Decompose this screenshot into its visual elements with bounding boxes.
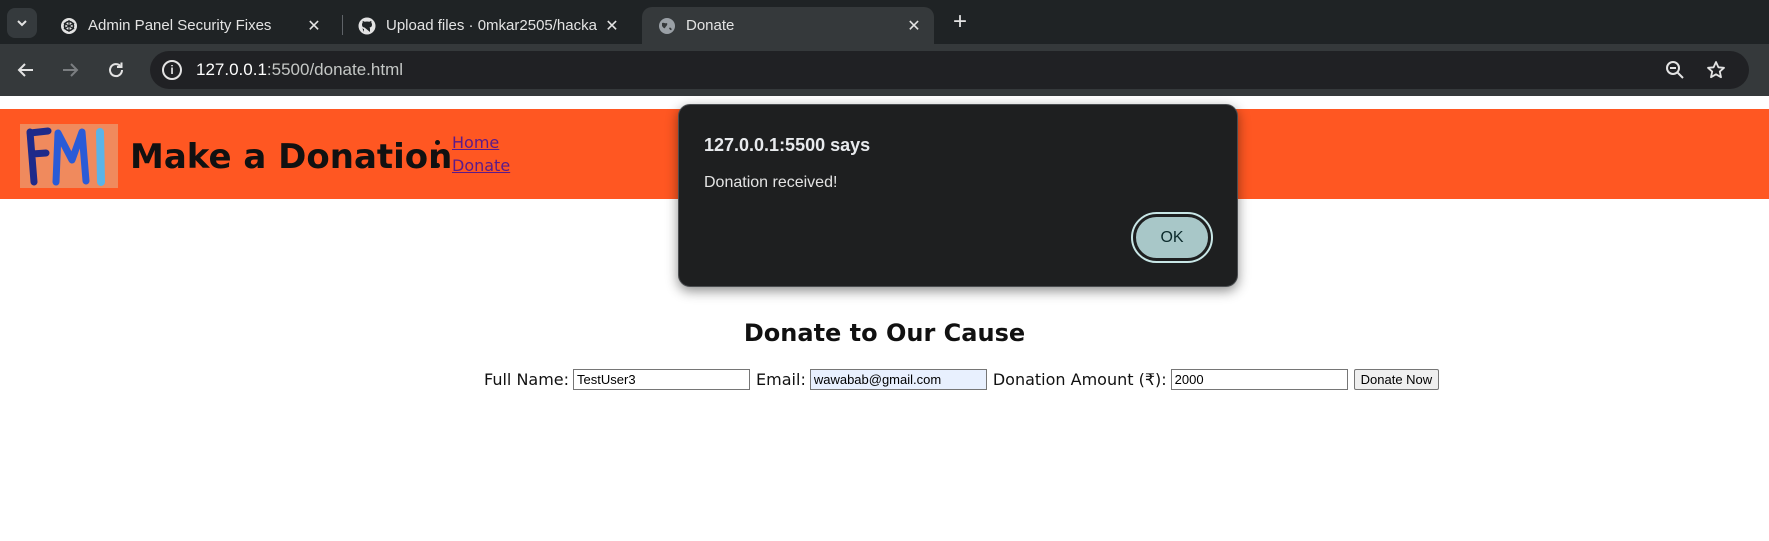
amount-input[interactable] [1170,369,1348,390]
alert-dialog: 127.0.0.1:5500 says Donation received! O… [678,104,1238,287]
bookmark-star-icon[interactable] [1706,60,1726,80]
dialog-title: 127.0.0.1:5500 says [704,135,871,155]
tab-title: Admin Panel Security Fixes [88,17,272,34]
tab-admin-panel[interactable]: Admin Panel Security Fixes ✕ [44,7,334,44]
reload-icon [109,62,124,78]
back-button[interactable] [13,57,39,83]
site-info-icon[interactable]: i [162,60,182,80]
arrow-left-icon [17,63,33,77]
new-tab-button[interactable]: + [948,10,972,35]
close-icon[interactable]: ✕ [304,16,324,36]
address-bar[interactable]: i 127.0.0.1:5500/donate.html [150,51,1749,89]
forward-button[interactable] [57,57,83,83]
close-icon[interactable]: ✕ [602,16,622,36]
donate-heading: Donate to Our Cause [743,319,1026,347]
site-nav: Home Donate [434,133,510,179]
donation-form: Full Name: Email: Donation Amount (₹): D… [484,369,1440,390]
donate-now-button[interactable]: Donate Now [1353,369,1440,390]
globe-icon [658,17,676,35]
tab-github[interactable]: Upload files · 0mkar2505/hacka ✕ [342,7,632,44]
tab-title: Upload files · 0mkar2505/hacka [386,17,597,34]
full-name-label: Full Name: [484,370,570,389]
nav-link-donate[interactable]: Donate [452,156,510,175]
dialog-message: Donation received! [704,174,838,191]
reload-button[interactable] [103,57,129,83]
browser-toolbar: i 127.0.0.1:5500/donate.html [0,44,1769,96]
url-text[interactable]: 127.0.0.1:5500/donate.html [196,60,403,80]
arrow-right-icon [63,63,79,77]
email-input[interactable] [809,369,987,390]
full-name-input[interactable] [573,369,751,390]
zoom-out-icon[interactable] [1665,60,1685,80]
close-icon[interactable]: ✕ [904,16,924,36]
chevron-down-icon [17,20,27,27]
tab-donate[interactable]: Donate ✕ [642,7,934,44]
github-icon [358,17,376,35]
site-logo[interactable] [20,124,118,188]
tab-title: Donate [686,17,735,34]
ok-button[interactable]: OK [1131,212,1213,263]
tab-strip: Admin Panel Security Fixes ✕ Upload file… [0,0,1769,44]
nav-item-home: Home [452,133,510,152]
amount-label: Donation Amount (₹): [992,370,1167,389]
site-title: Make a Donation [130,137,453,177]
openai-icon [60,17,78,35]
nav-item-donate: Donate [452,156,510,175]
nav-link-home[interactable]: Home [452,133,499,152]
tab-search-button[interactable] [7,8,37,38]
email-label: Email: [756,370,806,389]
